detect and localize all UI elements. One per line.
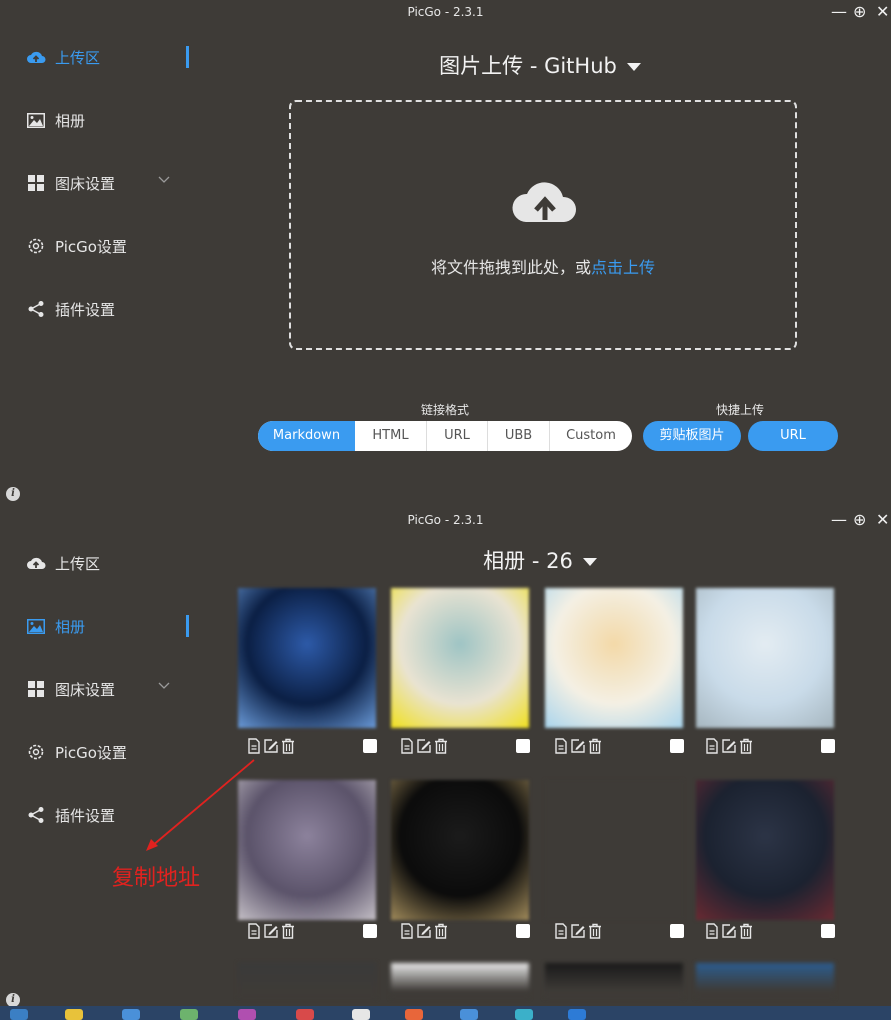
taskbar-app-icon[interactable] <box>10 1009 28 1020</box>
taskbar-app-icon[interactable] <box>296 1009 314 1020</box>
os-taskbar <box>0 1006 891 1020</box>
taskbar-app-icon[interactable] <box>352 1009 370 1020</box>
taskbar-app-icon[interactable] <box>180 1009 198 1020</box>
taskbar-app-icon[interactable] <box>122 1009 140 1020</box>
taskbar-app-icon[interactable] <box>460 1009 478 1020</box>
taskbar-app-icon[interactable] <box>65 1009 83 1020</box>
taskbar-app-icon[interactable] <box>405 1009 423 1020</box>
taskbar-app-icon[interactable] <box>515 1009 533 1020</box>
taskbar-app-icon[interactable] <box>568 1009 586 1020</box>
copy-address-annotation: 复制地址 <box>112 866 201 891</box>
taskbar-app-icon[interactable] <box>238 1009 256 1020</box>
